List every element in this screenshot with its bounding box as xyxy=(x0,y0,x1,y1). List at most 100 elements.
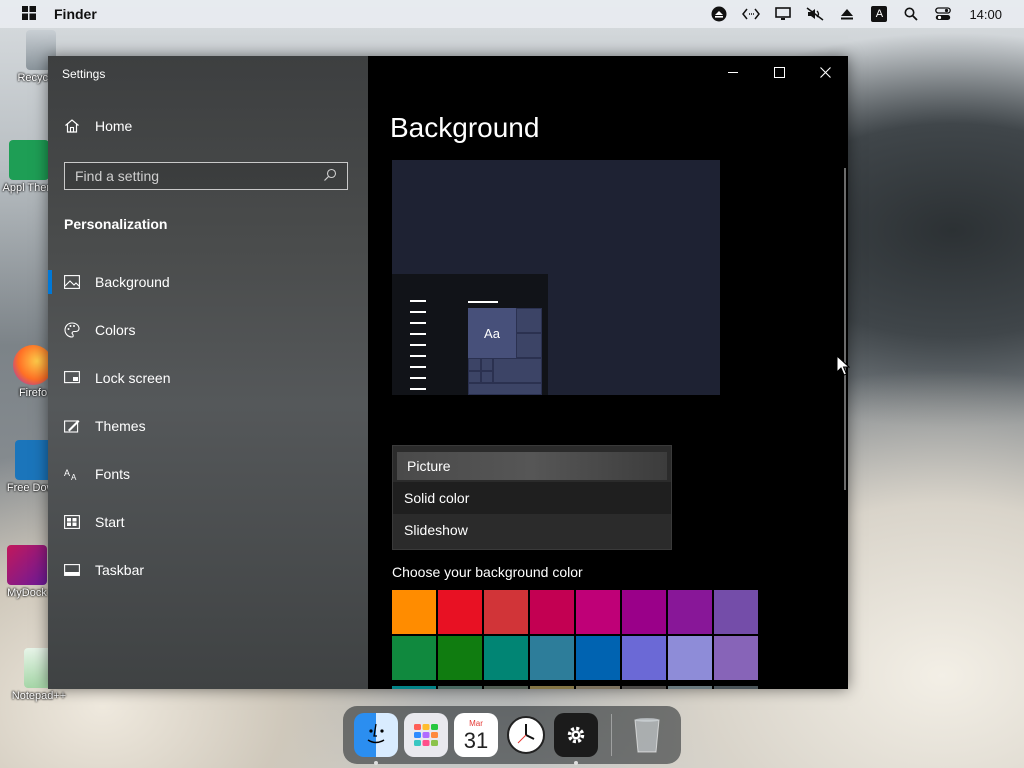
sidebar-item-label: Themes xyxy=(95,418,146,434)
color-swatch[interactable] xyxy=(714,636,758,680)
clock-icon xyxy=(507,716,545,754)
menu-bar: Finder A 14:00 xyxy=(0,0,1024,28)
choose-color-heading: Choose your background color xyxy=(392,564,583,580)
home-label: Home xyxy=(95,118,133,134)
minimize-button[interactable] xyxy=(710,56,756,88)
sidebar-item-fonts[interactable]: AA Fonts xyxy=(48,450,368,498)
themes-icon xyxy=(64,418,80,434)
dock-settings[interactable] xyxy=(554,713,598,765)
preview-tile-grid xyxy=(468,308,542,395)
color-swatch[interactable] xyxy=(484,636,528,680)
color-swatch[interactable] xyxy=(530,636,574,680)
search-icon[interactable] xyxy=(323,168,337,185)
dropdown-option-slideshow[interactable]: Slideshow xyxy=(393,514,671,546)
code-icon[interactable] xyxy=(735,0,767,28)
dropdown-option-picture[interactable]: Picture xyxy=(397,452,667,480)
palette-icon xyxy=(64,322,80,338)
color-swatch-grid xyxy=(392,590,762,680)
home-icon xyxy=(64,118,80,134)
desktop-icon-label: Notepad++ xyxy=(11,690,67,702)
color-swatch[interactable] xyxy=(438,636,482,680)
sidebar-item-start[interactable]: Start xyxy=(48,498,368,546)
color-swatch[interactable] xyxy=(576,636,620,680)
color-swatch[interactable] xyxy=(392,590,436,634)
windows-logo-icon[interactable] xyxy=(22,5,40,23)
color-swatch[interactable] xyxy=(622,590,666,634)
color-swatch[interactable] xyxy=(484,686,528,689)
control-center-icon[interactable] xyxy=(927,0,959,28)
running-indicator xyxy=(374,761,378,765)
desktop-icon-label: Firefo xyxy=(18,387,48,399)
home-nav-item[interactable]: Home xyxy=(64,118,132,134)
scrollbar[interactable] xyxy=(844,168,846,490)
dock-clock[interactable] xyxy=(504,713,548,757)
dock-finder[interactable] xyxy=(354,713,398,765)
color-swatch[interactable] xyxy=(576,590,620,634)
taskbar-icon xyxy=(64,562,80,578)
color-swatch[interactable] xyxy=(576,686,620,689)
sidebar-item-taskbar[interactable]: Taskbar xyxy=(48,546,368,594)
svg-text:A: A xyxy=(71,473,77,481)
settings-window: Settings Home Find a setting Personaliza… xyxy=(48,56,848,689)
find-setting-input[interactable]: Find a setting xyxy=(64,162,348,190)
eject-icon[interactable] xyxy=(831,0,863,28)
sidebar-item-label: Background xyxy=(95,274,170,290)
search-icon[interactable] xyxy=(895,0,927,28)
sidebar-item-colors[interactable]: Colors xyxy=(48,306,368,354)
sidebar-item-background[interactable]: Background xyxy=(48,258,368,306)
svg-text:A: A xyxy=(64,468,70,478)
color-swatch[interactable] xyxy=(668,590,712,634)
finder-icon xyxy=(367,723,385,744)
background-type-dropdown[interactable]: Picture Solid color Slideshow xyxy=(392,445,672,550)
folder-icon xyxy=(9,140,49,180)
color-swatch[interactable] xyxy=(392,636,436,680)
upload-icon[interactable] xyxy=(703,0,735,28)
sidebar-item-label: Start xyxy=(95,514,125,530)
color-swatch[interactable] xyxy=(530,590,574,634)
mute-icon[interactable] xyxy=(799,0,831,28)
page-title: Background xyxy=(390,112,540,143)
dock-launchpad[interactable] xyxy=(404,713,448,757)
window-title: Settings xyxy=(62,67,106,81)
color-swatch[interactable] xyxy=(530,686,574,689)
running-indicator xyxy=(574,761,578,765)
keyboard-a-icon[interactable]: A xyxy=(863,0,895,28)
preview-tiles: Aa xyxy=(468,308,542,395)
close-button[interactable] xyxy=(802,56,848,88)
color-swatch[interactable] xyxy=(714,686,758,689)
gear-icon xyxy=(567,726,585,744)
dropdown-option-solid-color[interactable]: Solid color xyxy=(393,482,671,514)
sidebar-item-label: Taskbar xyxy=(95,562,145,578)
fonts-icon: AA xyxy=(64,466,80,482)
sidebar-item-themes[interactable]: Themes xyxy=(48,402,368,450)
active-app-name[interactable]: Finder xyxy=(54,6,97,22)
maximize-button[interactable] xyxy=(756,56,802,88)
color-swatch[interactable] xyxy=(668,686,712,689)
display-icon[interactable] xyxy=(767,0,799,28)
color-swatch[interactable] xyxy=(484,590,528,634)
preview-app-list xyxy=(398,300,428,395)
color-swatch[interactable] xyxy=(438,590,482,634)
dock-trash[interactable] xyxy=(625,713,669,757)
section-heading-personalization: Personalization xyxy=(64,216,168,232)
start-icon xyxy=(64,514,80,530)
color-swatch[interactable] xyxy=(622,686,666,689)
color-swatch[interactable] xyxy=(392,686,436,689)
firefox-icon xyxy=(13,345,53,385)
preview-tile-header xyxy=(468,301,498,303)
sidebar-item-label: Colors xyxy=(95,322,136,338)
calendar-day: 31 xyxy=(463,728,489,753)
color-swatch[interactable] xyxy=(668,636,712,680)
sidebar-item-label: Lock screen xyxy=(95,370,171,386)
color-swatch[interactable] xyxy=(714,590,758,634)
dock-calendar[interactable]: Mar 31 xyxy=(454,713,498,757)
keyboard-letter: A xyxy=(871,6,888,22)
lock-screen-icon xyxy=(64,370,80,386)
color-swatch[interactable] xyxy=(438,686,482,689)
menu-bar-clock[interactable]: 14:00 xyxy=(969,7,1002,22)
color-swatch-row-partial xyxy=(392,686,762,689)
color-swatch[interactable] xyxy=(622,636,666,680)
preview-start-menu: Aa xyxy=(392,274,548,395)
sidebar-item-lock-screen[interactable]: Lock screen xyxy=(48,354,368,402)
launchpad-icon xyxy=(414,724,438,746)
